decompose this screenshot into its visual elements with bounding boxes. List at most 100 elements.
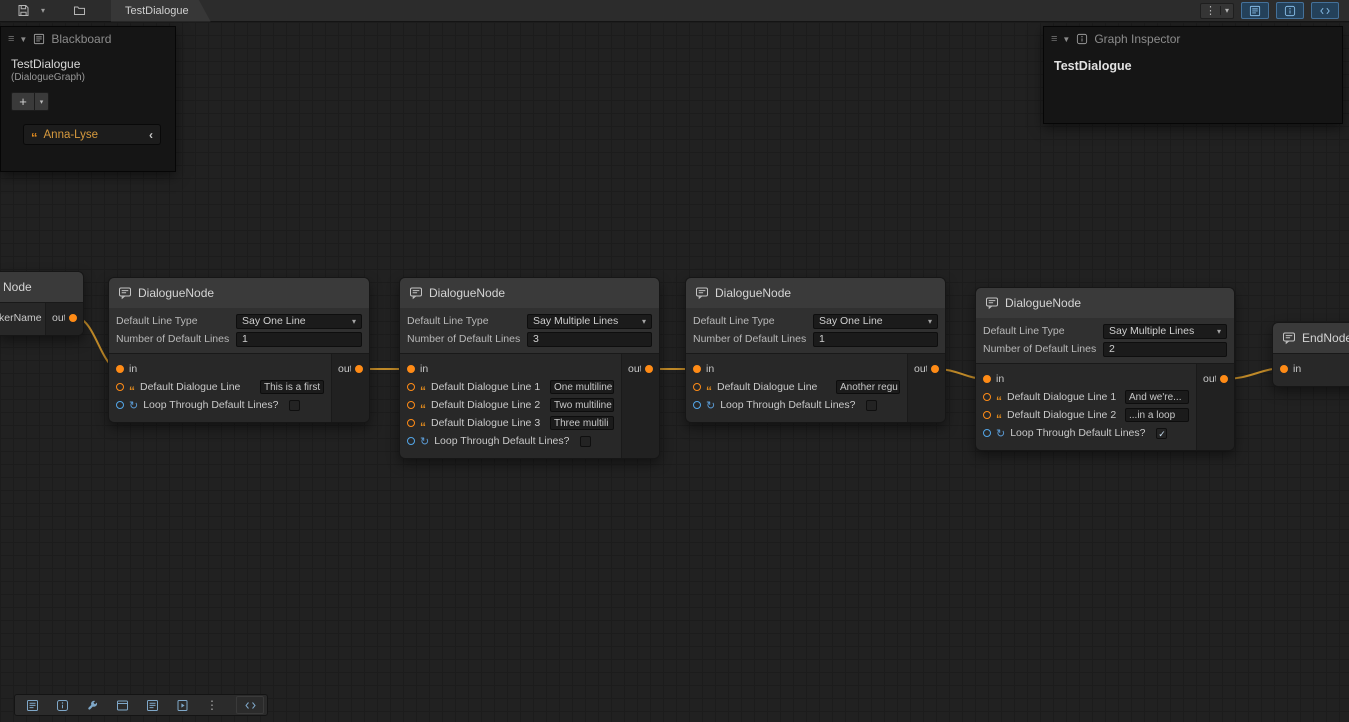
collapse-arrow-icon[interactable]: ▼	[1062, 35, 1070, 44]
dropdown-value: Say Multiple Lines	[533, 315, 618, 327]
line-type-dropdown[interactable]: Say Multiple Lines ▾	[527, 314, 652, 329]
node-title-bar[interactable]: DialogueNode	[976, 288, 1234, 318]
dialogue-line-input[interactable]: ...in a loop	[1125, 408, 1189, 422]
loop-checkbox[interactable]: ✓	[1156, 428, 1167, 439]
loop-label: Loop Through Default Lines?	[434, 435, 569, 447]
input-value: Three multili	[554, 418, 608, 429]
dialogue-line-row: “ Default Dialogue Line Another regu	[686, 378, 907, 396]
num-lines-input[interactable]: 3	[527, 332, 652, 347]
loop-label: Loop Through Default Lines?	[143, 399, 278, 411]
toggle-inspector-button[interactable]	[1276, 2, 1304, 19]
dialogue-line-input[interactable]: And we're...	[1125, 390, 1189, 404]
more-options-button[interactable]: ⋮	[198, 696, 226, 714]
dialogue-node[interactable]: DialogueNode Default Line Type Say Multi…	[399, 277, 660, 459]
add-variable-dropdown[interactable]: ▾	[35, 92, 49, 111]
loop-port[interactable]	[693, 401, 701, 409]
line-port[interactable]	[693, 383, 701, 391]
dialogue-line-input[interactable]: One multiline	[550, 380, 614, 394]
line-port[interactable]	[407, 383, 415, 391]
dialogue-node[interactable]: DialogueNode Default Line Type Say One L…	[108, 277, 370, 423]
line-type-dropdown[interactable]: Say Multiple Lines ▾	[1103, 324, 1227, 339]
in-port[interactable]	[116, 365, 124, 373]
dialogue-line-input[interactable]: Three multili	[550, 416, 614, 430]
dialogue-node[interactable]: DialogueNode Default Line Type Say One L…	[685, 277, 946, 423]
collapse-arrow-icon[interactable]: ▼	[19, 35, 27, 44]
num-lines-input[interactable]: 1	[236, 332, 362, 347]
code-view-button[interactable]	[236, 696, 264, 714]
node-title-bar[interactable]: DialogueNode	[109, 278, 369, 308]
dialogue-line-input[interactable]: This is a first	[260, 380, 324, 394]
out-port[interactable]	[1220, 375, 1228, 383]
line-type-dropdown[interactable]: Say One Line ▾	[813, 314, 938, 329]
line-port[interactable]	[407, 401, 415, 409]
bottom-toolbar: ⋮	[14, 694, 268, 716]
line-port[interactable]	[407, 419, 415, 427]
prop-label: Number of Default Lines	[116, 333, 236, 345]
loop-checkbox[interactable]	[866, 400, 877, 411]
settings-button[interactable]	[78, 696, 106, 714]
in-port[interactable]	[1280, 365, 1288, 373]
options-kebab-button[interactable]: ⋮	[1201, 4, 1220, 17]
options-dropdown-button[interactable]: ▾	[1220, 6, 1233, 15]
line-port[interactable]	[116, 383, 124, 391]
out-port[interactable]	[355, 365, 363, 373]
blackboard-variable-row[interactable]: “ Anna-Lyse ‹	[23, 124, 161, 145]
dialogue-line-input[interactable]: Two multiline	[550, 398, 614, 412]
in-port-label: in	[1293, 363, 1301, 375]
line-port[interactable]	[983, 393, 991, 401]
loop-port[interactable]	[983, 429, 991, 437]
end-node[interactable]: EndNode in	[1272, 322, 1349, 387]
dropdown-arrow-icon: ▾	[1217, 327, 1221, 336]
open-asset-button[interactable]	[70, 2, 89, 20]
blackboard-header[interactable]: ≡ ▼ Blackboard	[1, 27, 175, 51]
loop-checkbox[interactable]	[289, 400, 300, 411]
window-button[interactable]	[108, 696, 136, 714]
loop-row: ↻ Loop Through Default Lines?	[686, 396, 907, 414]
expand-chevron-icon[interactable]: ‹	[149, 128, 153, 142]
num-lines-input[interactable]: 2	[1103, 342, 1227, 357]
save-options-button[interactable]: ▾	[34, 2, 52, 20]
play-console-button[interactable]	[168, 696, 196, 714]
in-port[interactable]	[693, 365, 701, 373]
drag-handle-icon[interactable]: ≡	[8, 33, 13, 45]
blackboard-toggle-button[interactable]	[18, 696, 46, 714]
add-variable-button[interactable]: +	[11, 92, 35, 111]
loop-port[interactable]	[407, 437, 415, 445]
dialogue-line-input[interactable]: Another regu	[836, 380, 900, 394]
line-label: Default Dialogue Line 1	[1007, 391, 1116, 403]
drag-handle-icon[interactable]: ≡	[1051, 33, 1056, 45]
prop-label: Default Line Type	[983, 325, 1103, 337]
node-title-bar[interactable]: EndNode	[1273, 323, 1349, 353]
out-port[interactable]	[645, 365, 653, 373]
loop-port[interactable]	[116, 401, 124, 409]
asset-tab[interactable]: TestDialogue	[111, 0, 211, 22]
toggle-preview-button[interactable]	[1311, 2, 1339, 19]
in-port[interactable]	[983, 375, 991, 383]
dialogue-node[interactable]: DialogueNode Default Line Type Say Multi…	[975, 287, 1235, 451]
node-title-bar[interactable]: DialogueNode	[686, 278, 945, 308]
start-node[interactable]: Node kerName out	[0, 271, 84, 336]
node-title-bar[interactable]: DialogueNode	[400, 278, 659, 308]
graph-inspector-header[interactable]: ≡ ▼ Graph Inspector	[1044, 27, 1342, 51]
node-title-bar[interactable]: Node	[0, 272, 83, 302]
in-port[interactable]	[407, 365, 415, 373]
toggle-blackboard-button[interactable]	[1241, 2, 1269, 19]
line-port[interactable]	[983, 411, 991, 419]
board-icon	[146, 699, 159, 712]
dialogue-line-row: “ Default Dialogue Line 2 ...in a loop	[976, 406, 1196, 424]
prop-label: Number of Default Lines	[407, 333, 527, 345]
line-type-dropdown[interactable]: Say One Line ▾	[236, 314, 362, 329]
loop-label: Loop Through Default Lines?	[1010, 427, 1145, 439]
out-port[interactable]	[931, 365, 939, 373]
input-value: Another regu	[840, 382, 898, 393]
loop-checkbox[interactable]	[580, 436, 591, 447]
board-button[interactable]	[138, 696, 166, 714]
node-title: DialogueNode	[1005, 296, 1081, 310]
save-button[interactable]	[14, 2, 33, 20]
dropdown-arrow-icon: ▾	[642, 317, 646, 326]
out-port-row: out	[628, 360, 653, 378]
out-port[interactable]	[69, 314, 77, 322]
num-lines-input[interactable]: 1	[813, 332, 938, 347]
dropdown-arrow-icon: ▾	[352, 317, 356, 326]
inspector-toggle-button[interactable]	[48, 696, 76, 714]
